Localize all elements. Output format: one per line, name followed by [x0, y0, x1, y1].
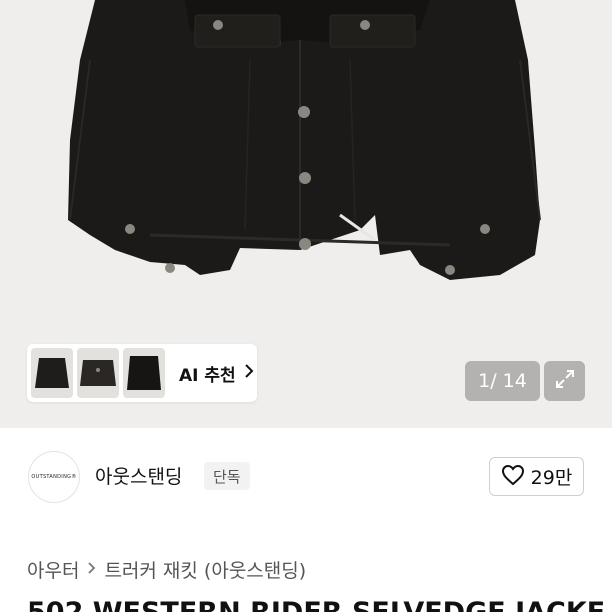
shop-name[interactable]: 아웃스탠딩 [95, 462, 182, 489]
expand-icon [554, 368, 576, 394]
ai-recommend-label: AI 추천 [179, 365, 236, 386]
expand-button[interactable] [544, 361, 585, 401]
breadcrumb-item-outer[interactable]: 아우터 [27, 556, 79, 583]
chevron-right-icon [244, 363, 254, 384]
jacket-thumb-1[interactable] [31, 348, 73, 398]
breadcrumb-item-trucker[interactable]: 트러커 재킷 (아웃스탠딩) [104, 556, 306, 583]
like-count: 29만 [530, 467, 573, 489]
jacket-thumb-3[interactable] [123, 348, 165, 398]
breadcrumb: 아우터 트러커 재킷 (아웃스탠딩) [27, 556, 306, 583]
shop-logo[interactable]: OUTSTANDING® [28, 451, 80, 503]
heart-icon [501, 464, 525, 490]
ai-recommend-chip[interactable]: AI 추천 [27, 344, 257, 402]
chevron-right-icon [87, 559, 96, 580]
exclusive-badge: 단독 [204, 462, 250, 490]
image-counter: 1/ 14 [465, 361, 540, 401]
like-button[interactable]: 29만 [489, 457, 584, 496]
jacket-thumb-2[interactable] [77, 348, 119, 398]
product-title: 502 WESTERN RIDER SELVEDGE JACKE [27, 597, 612, 612]
